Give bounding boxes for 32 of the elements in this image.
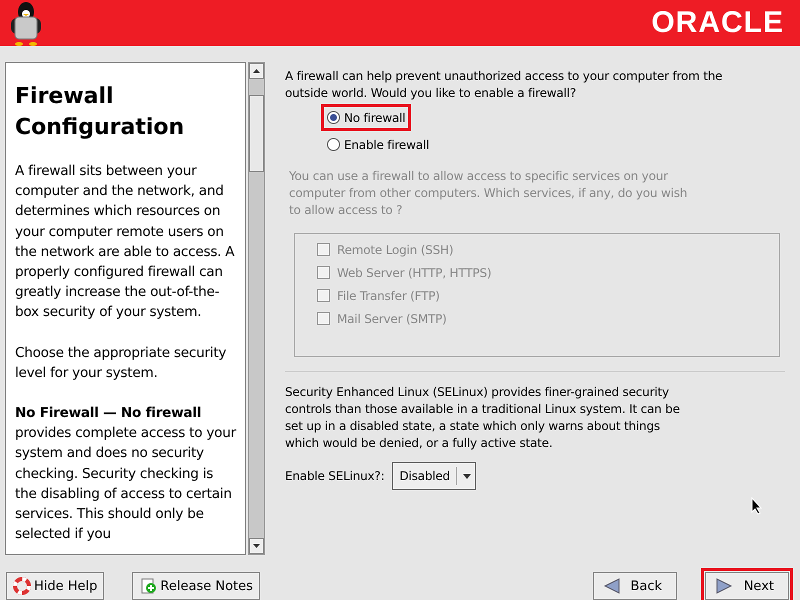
services-intro: You can use a firewall to allow access to specific services on your computer from other computers. Which services, if any, do you wish to allow access to ? bbox=[289, 168, 688, 219]
selinux-dropdown[interactable]: Disabled bbox=[392, 462, 476, 490]
help-paragraph: No Firewall — No firewall provides complete access to your system and does no security checking. Security checking is the disabling of access to certain services. This should only be selected if you bbox=[15, 404, 237, 544]
selinux-label: Enable SELinux?: bbox=[285, 469, 384, 483]
scroll-thumb[interactable] bbox=[249, 95, 264, 172]
caret-up-icon bbox=[253, 69, 260, 73]
radio-option[interactable]: Enable firewall bbox=[321, 131, 436, 158]
radio-button[interactable] bbox=[327, 111, 340, 124]
left-arrow-icon bbox=[604, 578, 620, 594]
caret-down-icon bbox=[462, 474, 471, 478]
help-title: Firewall Configuration bbox=[15, 83, 186, 142]
scrollbar[interactable] bbox=[248, 62, 265, 555]
mouse-cursor-icon bbox=[751, 497, 763, 515]
back-button[interactable]: Back bbox=[593, 572, 677, 600]
radio-label[interactable]: No firewall bbox=[344, 110, 406, 124]
logo-text: ORACLE bbox=[651, 6, 784, 40]
firewall-question: A firewall can help prevent unauthorized access to your computer from the outside world. Would you like to enable a firewall? bbox=[285, 68, 724, 102]
next-button[interactable]: Next bbox=[705, 572, 789, 600]
document-plus-icon bbox=[139, 577, 158, 595]
scroll-up-button[interactable] bbox=[249, 63, 264, 79]
radio-label[interactable]: Enable firewall bbox=[344, 138, 430, 152]
help-paragraph: Choose the appropriate security level for your system. bbox=[15, 344, 228, 383]
right-arrow-icon bbox=[716, 578, 732, 594]
help-paragraph: A firewall sits between your computer and the network, and determines which resources on your computer remote users on the network are able to access. A properly configured firewall can greatly increase the out-of-the-box security of your system. bbox=[15, 162, 236, 322]
notes-button[interactable]: Release Notes bbox=[132, 572, 260, 600]
life-ring-icon bbox=[13, 577, 31, 595]
radio-option[interactable]: No firewall bbox=[321, 104, 412, 131]
scroll-down-button[interactable] bbox=[249, 538, 264, 554]
caret-down-icon bbox=[253, 544, 260, 548]
help-button[interactable]: Hide Help bbox=[6, 572, 104, 600]
selinux-description: Security Enhanced Linux (SELinux) provides finer-grained security controls than those available in a traditional Linux system. It can be set up in a disabled state, a state which only warns about things which would be denied, or a fully active state. bbox=[285, 384, 681, 452]
radio-button[interactable] bbox=[327, 138, 340, 151]
